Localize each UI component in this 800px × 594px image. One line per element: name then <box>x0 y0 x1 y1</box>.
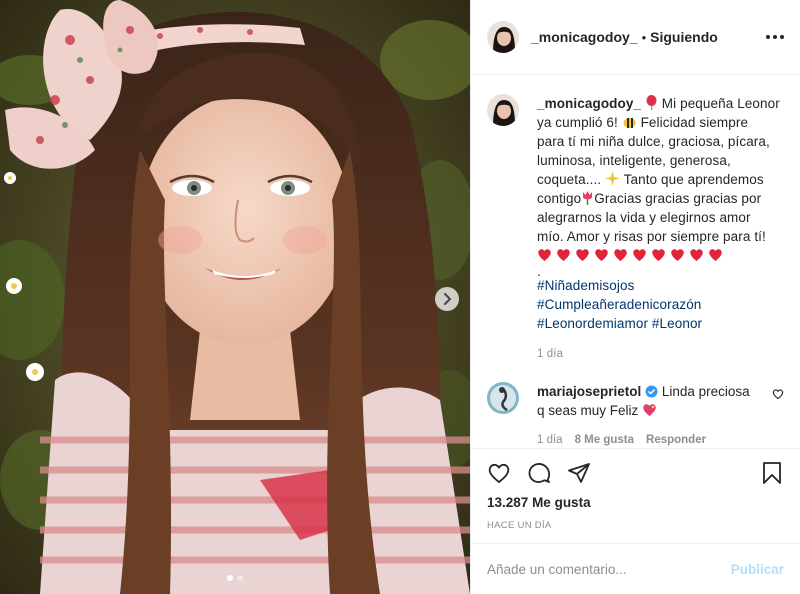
caption-body: _monicagodoy_ Mi pequeña Leonor ya cumpl… <box>537 94 782 364</box>
carousel-next-button[interactable] <box>435 287 459 311</box>
comment: mariajoseprietol Linda preciosa q seas m… <box>487 382 784 420</box>
hashtag-link[interactable]: #Niñademisojos <box>537 276 782 295</box>
caption-line-3: Felicidad siempre <box>640 115 749 130</box>
hashtag-link[interactable]: #Leonordemiamor #Leonor <box>537 314 782 333</box>
caption-dot: . <box>537 264 541 279</box>
carousel-dot-active <box>227 575 233 581</box>
caption-line-2: ya cumplió 6! <box>537 115 618 130</box>
caption-username[interactable]: _monicagodoy_ <box>537 96 641 111</box>
red-heart-emoji-icon <box>633 249 646 261</box>
comment-like-heart-icon[interactable] <box>772 388 784 400</box>
carousel-dot <box>237 575 243 581</box>
caption-avatar[interactable] <box>487 94 519 126</box>
caption-line-5: luminosa, inteligente, generosa, <box>537 153 731 168</box>
author-avatar[interactable] <box>487 21 519 53</box>
caption-time[interactable]: 1 día <box>537 345 563 364</box>
bookmark-icon[interactable] <box>760 461 784 485</box>
add-comment-bar: Publicar <box>471 543 800 594</box>
comment-text-2: q seas muy Feliz <box>537 403 639 418</box>
comment-likes[interactable]: 8 Me gusta <box>575 434 634 446</box>
balloon-emoji-icon <box>646 95 657 110</box>
tulip-emoji-icon <box>583 191 593 205</box>
likes-number: 13.287 <box>487 495 529 510</box>
hashtag-link[interactable]: #Cumpleañeradenicorazón <box>537 295 782 314</box>
author-username[interactable]: _monicagodoy_ <box>531 29 638 45</box>
red-heart-emoji-icon <box>576 249 589 261</box>
caption-line-6: coqueta.... <box>537 172 602 187</box>
red-heart-emoji-icon <box>690 249 703 261</box>
caption-line-1: Mi pequeña Leonor <box>661 96 780 111</box>
comment-input[interactable] <box>487 561 731 577</box>
caption-line-4: para tí mi niña dulce, graciosa, pícara, <box>537 134 770 149</box>
header-separator: • <box>641 29 647 45</box>
carousel-indicator <box>0 575 470 581</box>
chevron-right-icon <box>444 293 452 305</box>
post-actions: 13.287 Me gusta Hace un día <box>471 448 800 531</box>
red-heart-emoji-icon <box>557 249 570 261</box>
comment-meta: 1 día 8 Me gusta Responder <box>537 434 784 446</box>
caption-line-8: contigo <box>537 191 582 206</box>
more-options-icon[interactable] <box>766 29 784 45</box>
share-icon[interactable] <box>567 461 591 485</box>
publish-button[interactable]: Publicar <box>731 562 784 577</box>
caption-meta: 1 día <box>537 345 782 364</box>
sparkling-heart-emoji-icon <box>643 404 656 416</box>
likes-count[interactable]: 13.287 Me gusta <box>487 495 784 510</box>
red-heart-emoji-icon <box>595 249 608 261</box>
comment-body: mariajoseprietol Linda preciosa q seas m… <box>537 382 752 420</box>
commenter-avatar[interactable] <box>487 382 519 414</box>
heart-icon[interactable] <box>487 461 511 485</box>
caption-line-11: mío. Amor y risas por siempre para tí! <box>537 229 766 244</box>
comment-time[interactable]: 1 día <box>537 434 563 446</box>
reply-button[interactable]: Responder <box>646 434 706 446</box>
post-details-panel: _monicagodoy_ • Siguiendo _monicagodoy_ … <box>470 0 800 594</box>
red-heart-emoji-icon <box>614 249 627 261</box>
post-photo <box>0 0 470 594</box>
following-button[interactable]: Siguiendo <box>650 29 718 45</box>
post-timestamp[interactable]: Hace un día <box>487 520 784 531</box>
post-header: _monicagodoy_ • Siguiendo <box>471 0 800 75</box>
red-heart-emoji-icon <box>671 249 684 261</box>
post-dialog: _monicagodoy_ • Siguiendo _monicagodoy_ … <box>0 0 800 594</box>
caption-line-9: Gracias gracias gracias por <box>594 191 762 206</box>
caption-line-7: Tanto que aprendemos <box>623 172 764 187</box>
caption-line-10: alegrarnos la vida y elegirnos amor <box>537 210 751 225</box>
verified-badge-icon <box>645 385 658 398</box>
red-heart-emoji-icon <box>538 249 551 261</box>
caption: _monicagodoy_ Mi pequeña Leonor ya cumpl… <box>487 94 784 364</box>
bee-emoji-icon <box>623 118 636 128</box>
red-heart-emoji-icon <box>652 249 665 261</box>
comment-icon[interactable] <box>527 461 551 485</box>
likes-label: Me gusta <box>532 495 591 510</box>
hearts-emoji-row <box>537 248 782 262</box>
action-icons <box>487 449 784 497</box>
post-media <box>0 0 470 594</box>
sparkle-emoji-icon <box>605 171 621 186</box>
comment-text-1: Linda preciosa <box>661 384 750 399</box>
comments-list[interactable]: _monicagodoy_ Mi pequeña Leonor ya cumpl… <box>471 76 800 448</box>
commenter-username[interactable]: mariajoseprietol <box>537 384 641 399</box>
red-heart-emoji-icon <box>709 249 722 261</box>
